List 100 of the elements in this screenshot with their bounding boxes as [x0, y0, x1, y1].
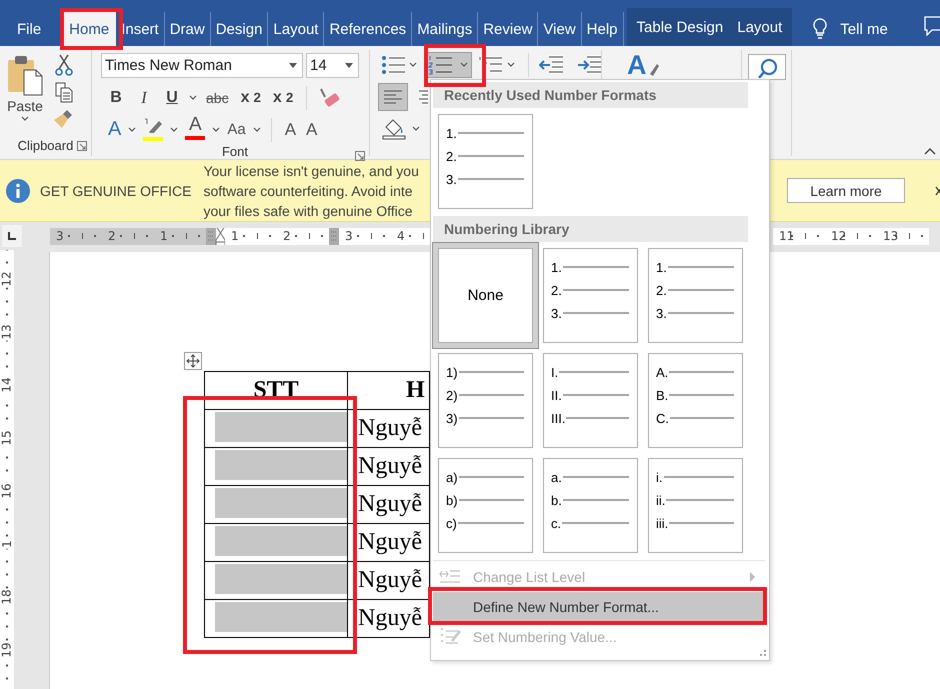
ruler-number: 12: [831, 229, 846, 243]
caret-icon[interactable]: [212, 127, 220, 132]
column-marker-icon[interactable]: [329, 228, 339, 244]
table-move-handle-icon[interactable]: [184, 352, 202, 370]
dialog-launcher-icon[interactable]: [355, 151, 365, 161]
align-center-icon[interactable]: [419, 90, 428, 104]
dialog-launcher-icon[interactable]: [77, 141, 87, 151]
ruler-number: 2: [283, 229, 291, 243]
shading-icon[interactable]: [382, 118, 406, 140]
bullets-icon: [381, 54, 405, 74]
numbering-format-tile[interactable]: I. II. III.: [543, 353, 638, 448]
table-header-cell: H: [348, 372, 430, 410]
text-effects-button[interactable]: A: [105, 116, 124, 142]
caret-icon[interactable]: [21, 116, 29, 121]
font-name-field[interactable]: Times New Roman: [101, 53, 303, 78]
ruler-number: 13: [0, 322, 14, 340]
italic-button[interactable]: I: [133, 84, 155, 110]
learn-more-button[interactable]: Learn more: [787, 178, 905, 203]
table-cell[interactable]: [204, 448, 348, 486]
shrink-font-button[interactable]: A: [303, 116, 320, 142]
banner-message-line: software counterfeiting. Avoid inte: [203, 182, 414, 200]
annotation-frame: [60, 8, 123, 50]
menu-item[interactable]: Define New Number Format...: [433, 592, 763, 622]
dropdown-arrow-icon[interactable]: [345, 63, 353, 68]
numbering-format-tile[interactable]: 1. 2. 3.: [543, 248, 638, 343]
table-cell[interactable]: [204, 600, 348, 638]
ruler-number: 15: [0, 428, 14, 446]
caret-icon[interactable]: [128, 127, 136, 132]
ruler-number: 3: [345, 229, 353, 243]
tab-selector-icon[interactable]: [8, 232, 16, 240]
increase-indent-icon[interactable]: [576, 54, 601, 74]
numbering-format-tile[interactable]: 1) 2) 3): [438, 353, 533, 448]
numbering-format-tile[interactable]: 1. 2. 3.: [648, 248, 743, 343]
ruler-number: 19: [0, 640, 14, 658]
decrease-indent-icon[interactable]: [539, 54, 564, 74]
numbering-icon: [428, 54, 452, 74]
numbering-format-tile[interactable]: i. ii. iii.: [648, 458, 743, 553]
numbering-format-tile[interactable]: a) b) c): [438, 458, 533, 553]
strikethrough-button[interactable]: abc: [203, 84, 232, 110]
ribbon-tab[interactable]: Home: [63, 12, 116, 46]
column-marker-icon[interactable]: [206, 228, 216, 244]
ruler-number: 2: [108, 229, 116, 243]
find-button[interactable]: [748, 54, 786, 80]
close-icon[interactable]: [935, 186, 940, 196]
info-icon: [6, 178, 30, 202]
group-label: Font: [222, 144, 248, 159]
table-cell[interactable]: [204, 524, 348, 562]
search-icon: [756, 58, 778, 78]
banner-title: GET GENUINE OFFICE: [40, 182, 192, 198]
font-size-field[interactable]: 14: [306, 53, 359, 78]
menu-heading: Recently Used Number Formats: [433, 82, 748, 108]
numbering-format-tile[interactable]: 1. 2. 3.: [438, 114, 533, 209]
banner-message-line: your files safe with genuine Office: [203, 202, 414, 220]
ruler-number: 1: [231, 229, 239, 243]
clipboard-icon: [6, 54, 44, 96]
highlighter-icon: [143, 116, 164, 132]
resize-grip-icon[interactable]: [758, 649, 766, 657]
caret-icon[interactable]: [507, 62, 516, 67]
caret-icon[interactable]: [189, 95, 197, 100]
align-left-button[interactable]: [378, 82, 408, 110]
font-color-button[interactable]: A: [182, 116, 208, 142]
menu-heading: Numbering Library: [433, 216, 748, 242]
caret-icon[interactable]: [252, 127, 261, 132]
ribbon-tab[interactable]: Layout: [730, 8, 790, 46]
ruler-number: 1: [0, 538, 14, 548]
ribbon-tab[interactable]: Table Design: [630, 8, 730, 46]
format-painter-icon[interactable]: [54, 108, 74, 130]
lightbulb-icon[interactable]: [812, 18, 828, 40]
cut-icon[interactable]: [54, 54, 74, 76]
annotation-frame: [424, 44, 486, 87]
copy-icon[interactable]: [54, 80, 74, 103]
ribbon-tab[interactable]: File: [5, 12, 54, 46]
caret-icon[interactable]: [170, 127, 178, 132]
numbering-format-tile[interactable]: A. B. C.: [648, 353, 743, 448]
tell-me-search[interactable]: Tell me: [838, 20, 890, 38]
ruler-number: 4: [397, 229, 405, 243]
table-cell[interactable]: [204, 562, 348, 600]
ruler-number: 1: [160, 229, 168, 243]
ruler-number: 16: [0, 482, 14, 500]
bold-button[interactable]: B: [105, 84, 127, 110]
grow-font-button[interactable]: A: [282, 116, 300, 142]
caret-icon[interactable]: [409, 62, 417, 67]
table-cell[interactable]: [204, 486, 348, 524]
table-cell[interactable]: [204, 410, 348, 448]
numbering-format-tile[interactable]: a. b. c.: [543, 458, 638, 553]
ruler-number: 13: [883, 229, 898, 243]
collapse-ribbon-icon[interactable]: [924, 147, 936, 155]
caret-icon[interactable]: [460, 62, 468, 67]
multilevel-list-icon: [479, 54, 504, 74]
caret-icon[interactable]: [412, 126, 420, 131]
styles-button[interactable]: A: [622, 50, 662, 78]
change-case-button[interactable]: Aa: [224, 116, 249, 142]
brush-icon: [648, 64, 658, 78]
ruler-number: 3: [56, 229, 64, 243]
comment-icon[interactable]: [924, 16, 940, 36]
paste-button[interactable]: Paste: [0, 50, 50, 134]
ruler-number: 18: [0, 588, 14, 606]
underline-button[interactable]: U: [161, 84, 183, 110]
align-left-icon: [384, 90, 402, 104]
dropdown-arrow-icon[interactable]: [289, 63, 297, 68]
